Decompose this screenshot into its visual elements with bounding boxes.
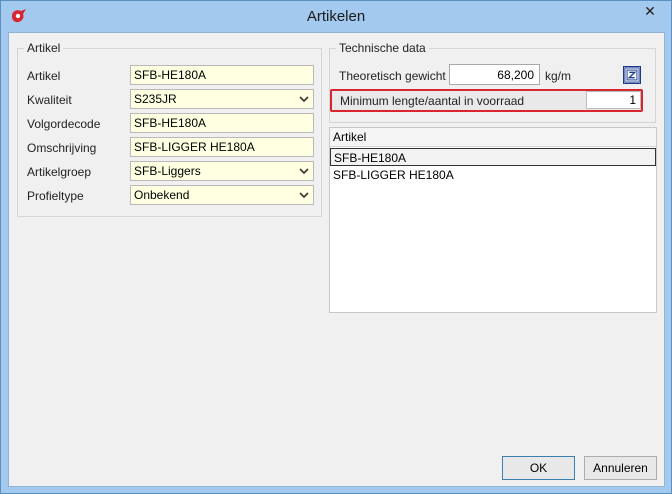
label-minimum-voorraad: Minimum lengte/aantal in voorraad bbox=[340, 94, 525, 108]
artikel-list: Artikel SFB-HE180A SFB-LIGGER HE180A bbox=[329, 127, 657, 313]
kwaliteit-select[interactable]: S235JR bbox=[130, 89, 314, 109]
label-omschrijving: Omschrijving bbox=[27, 141, 97, 155]
annuleren-button[interactable]: Annuleren bbox=[584, 456, 657, 480]
profieltype-select[interactable]: Onbekend bbox=[130, 185, 314, 205]
ok-button[interactable]: OK bbox=[502, 456, 575, 480]
artikel-field[interactable]: SFB-HE180A bbox=[130, 65, 314, 85]
label-artikelgroep: Artikelgroep bbox=[27, 165, 92, 179]
calculator-icon[interactable] bbox=[623, 66, 641, 84]
label-theoretisch-gewicht: Theoretisch gewicht bbox=[339, 69, 446, 83]
technische-group-title: Technische data bbox=[336, 41, 429, 55]
volgordecode-field[interactable]: SFB-HE180A bbox=[130, 113, 314, 133]
gewicht-field[interactable]: 68,200 bbox=[449, 64, 540, 85]
artikel-group-title: Artikel bbox=[24, 41, 64, 55]
profieltype-value: Onbekend bbox=[134, 188, 190, 202]
close-button[interactable]: ✕ bbox=[631, 2, 669, 22]
chevron-down-icon bbox=[299, 192, 309, 199]
title-bar[interactable]: Artikelen ✕ bbox=[1, 1, 671, 32]
gewicht-unit: kg/m bbox=[545, 69, 572, 83]
list-header-artikel[interactable]: Artikel bbox=[330, 128, 656, 147]
artikelgroep-select[interactable]: SFB-Liggers bbox=[130, 161, 314, 181]
minimum-voorraad-field[interactable]: 1 bbox=[586, 91, 641, 109]
chevron-down-icon bbox=[299, 96, 309, 103]
artikelgroep-value: SFB-Liggers bbox=[134, 164, 201, 178]
window-title: Artikelen bbox=[306, 8, 366, 25]
list-item[interactable]: SFB-LIGGER HE180A bbox=[330, 166, 656, 184]
kwaliteit-value: S235JR bbox=[134, 92, 177, 106]
label-kwaliteit: Kwaliteit bbox=[27, 93, 72, 107]
artikelen-window: Artikelen ✕ Artikel Artikel SFB-HE180A K… bbox=[0, 0, 672, 494]
label-profieltype: Profieltype bbox=[27, 189, 84, 203]
list-item[interactable]: SFB-HE180A bbox=[330, 148, 656, 166]
dialog-client: Artikel Artikel SFB-HE180A Kwaliteit S23… bbox=[8, 32, 665, 487]
label-artikel: Artikel bbox=[27, 69, 61, 83]
label-volgordecode: Volgordecode bbox=[27, 117, 101, 131]
chevron-down-icon bbox=[299, 168, 309, 175]
omschrijving-field[interactable]: SFB-LIGGER HE180A bbox=[130, 137, 314, 157]
